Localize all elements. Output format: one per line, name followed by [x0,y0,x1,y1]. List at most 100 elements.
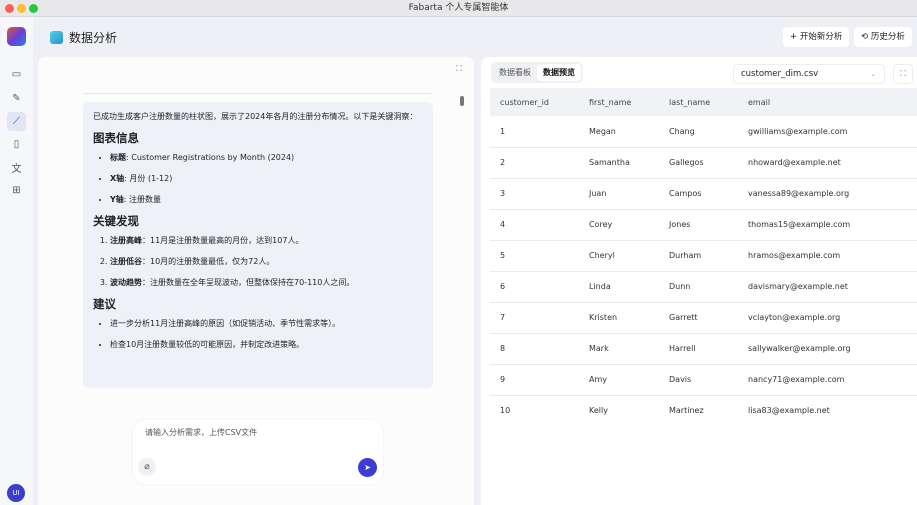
table-cell: 9 [490,364,579,396]
translate-icon[interactable]: 文 [7,158,26,177]
attach-icon[interactable]: ⌀ [138,458,156,476]
tab-dashboard[interactable]: 数据看板 [493,64,537,81]
column-header: first_name [579,88,659,116]
tab-preview[interactable]: 数据预览 [537,64,581,81]
table-cell: 6 [490,271,579,303]
data-preview-panel: 数据看板 数据预览 customer_dim.csv ⌄ ⛶ customer_… [481,57,917,505]
list-item: 检查10月注册数量较低的可能原因，并制定改进策略。 [110,338,423,351]
column-header: customer_id [490,88,579,116]
table-cell: Corey [579,209,659,241]
file-select-value: customer_dim.csv [741,69,819,79]
chevron-down-icon: ⌄ [870,70,876,78]
table-cell: Gallegos [659,147,738,179]
list-item: 进一步分析11月注册高峰的原因（如促销活动、季节性需求等）。 [110,317,423,330]
list-item: 注册低谷：10月的注册数量最低，仅为72人。 [110,255,423,268]
history-icon: ⟲ [861,32,869,42]
table-cell: 4 [490,209,579,241]
table-cell: nancy71@example.com [738,364,917,396]
scrollbar[interactable] [460,96,464,106]
input-placeholder: 请输入分析需求，上传CSV文件 [145,428,258,437]
app-logo [7,27,26,46]
list-item: X轴: 月份 (1-12) [110,172,423,185]
window-title: Fabarta 个人专属智能体 [408,3,509,13]
table-cell: sallywalker@example.org [738,333,917,365]
history-button[interactable]: ⟲ 历史分析 [854,27,912,47]
table-cell: Amy [579,364,659,396]
fullscreen-icon[interactable]: ⛶ [893,64,913,84]
page-title: 数据分析 [50,29,117,46]
table-row: 1 Megan Chang gwilliams@example.com [490,116,917,148]
table-row: 9 Amy Davis nancy71@example.com [490,364,917,396]
table-cell: thomas15@example.com [738,209,917,241]
table-cell: Megan [579,116,659,148]
table-cell: 10 [500,406,511,416]
table-cell: vanessa89@example.org [738,178,917,210]
table-cell: Harrell [659,333,738,365]
data-table: customer_id first_name last_name email 1… [490,88,917,426]
history-label: 历史分析 [870,32,905,42]
table-row: 7 Kristen Garrett vclayton@example.org [490,302,917,334]
message-intro: 已成功生成客户注册数量的柱状图，展示了2024年各月的注册分布情况。以下是关键洞… [93,112,418,121]
table-row: 10 Kelly Martinez lisa83@example.net [490,395,917,426]
table-cell: Samantha [579,147,659,179]
table-cell: Linda [579,271,659,303]
analytics-icon[interactable]: ⟋ [7,112,26,131]
expand-icon[interactable]: ⛶ [456,64,462,74]
table-cell: hramos@example.com [738,240,917,272]
book-icon[interactable]: ▯ [7,135,26,154]
table-row: 2 Samantha Gallegos nhoward@example.net [490,147,917,179]
page-title-text: 数据分析 [69,31,118,45]
table-cell: Campos [659,178,738,210]
heading-findings: 关键发现 [93,214,139,228]
table-cell: Chang [659,116,738,148]
table-cell: nhoward@example.net [738,147,917,179]
view-tabs: 数据看板 数据预览 [491,62,583,83]
table-cell: Juan [579,178,659,210]
heading-chart-info: 图表信息 [93,131,139,145]
minimize-window-button[interactable] [17,4,26,13]
apps-icon[interactable]: ⊞ [7,181,26,200]
suggestions-list: 进一步分析11月注册高峰的原因（如促销活动、季节性需求等）。 检查10月注册数量… [93,317,423,351]
table-cell: Cheryl [579,240,659,272]
list-item: Y轴: 注册数量 [110,193,423,206]
table-row: 5 Cheryl Durham hramos@example.com [490,240,917,272]
table-cell: Kelly [589,406,608,416]
edit-icon[interactable]: ✎ [7,89,26,108]
table-cell: 7 [490,302,579,334]
table-row: 8 Mark Harrell sallywalker@example.org [490,333,917,365]
table-cell: Martinez [669,406,704,416]
table-cell: Davis [659,364,738,396]
table-cell: Jones [659,209,738,241]
column-header: last_name [659,88,738,116]
table-cell: 3 [490,178,579,210]
chat-panel: ⛶ 已成功生成客户注册数量的柱状图，展示了2024年各月的注册分布情况。以下是关… [38,57,474,505]
table-cell: 1 [490,116,579,148]
table-cell: vclayton@example.org [738,302,917,334]
close-window-button[interactable] [5,4,14,13]
table-cell: lisa83@example.net [748,406,830,416]
divider [83,93,433,94]
send-icon[interactable]: ➤ [358,458,377,477]
table-cell: Durham [659,240,738,272]
table-cell: Garrett [659,302,738,334]
table-cell: 2 [490,147,579,179]
list-item: 标题: Customer Registrations by Month (202… [110,151,423,164]
table-cell: Mark [579,333,659,365]
list-item: 注册高峰：11月是注册数量最高的月份，达到107人。 [110,234,423,247]
chat-icon[interactable]: ▭ [7,65,26,84]
file-select[interactable]: customer_dim.csv ⌄ [733,64,885,84]
chat-input[interactable]: 请输入分析需求，上传CSV文件 ⌀ ➤ [133,420,383,484]
data-analysis-icon [50,31,63,44]
table-cell: Kristen [579,302,659,334]
table-cell: gwilliams@example.com [738,116,917,148]
new-analysis-button[interactable]: + 开始新分析 [783,27,850,47]
avatar[interactable]: UI [7,484,25,502]
table-cell: 5 [490,240,579,272]
table-row: 3 Juan Campos vanessa89@example.org [490,178,917,210]
heading-suggestions: 建议 [93,297,116,311]
assistant-message: 已成功生成客户注册数量的柱状图，展示了2024年各月的注册分布情况。以下是关键洞… [83,102,433,388]
maximize-window-button[interactable] [29,4,38,13]
table-row: 6 Linda Dunn davismary@example.net [490,271,917,303]
table-cell: 8 [490,333,579,365]
title-bar: Fabarta 个人专属智能体 [0,0,917,17]
